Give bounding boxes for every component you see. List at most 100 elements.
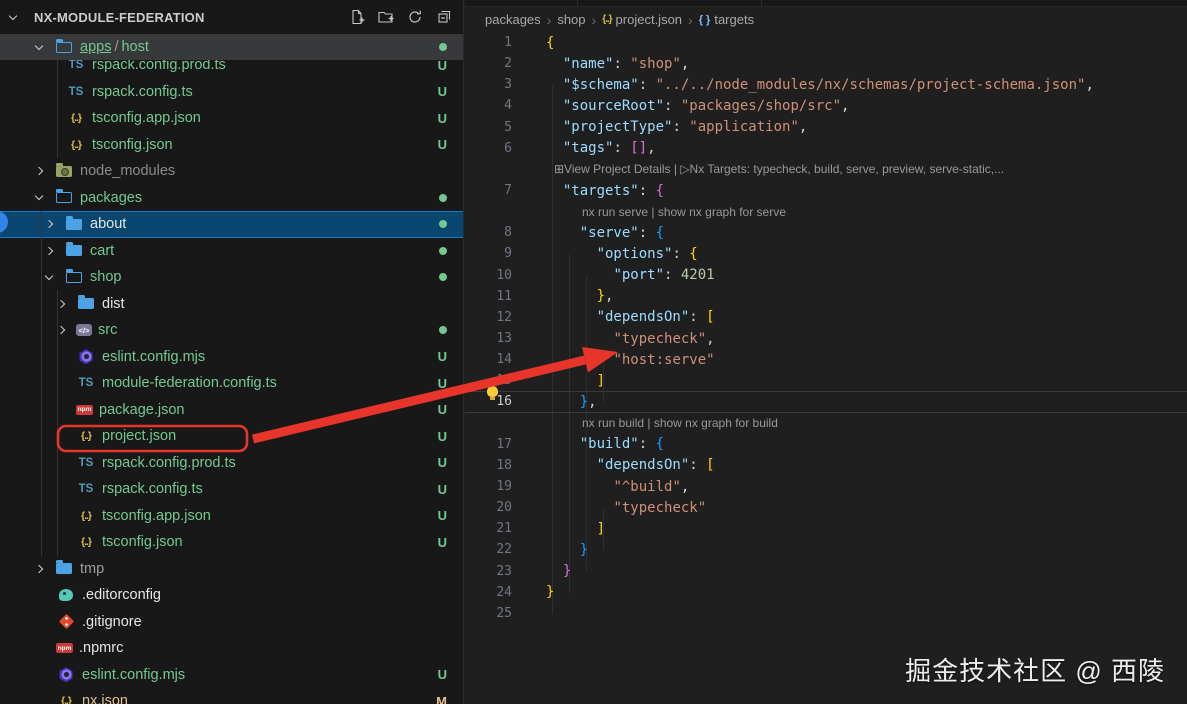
breadcrumb-item-shop[interactable]: shop bbox=[557, 12, 585, 27]
breadcrumb-item-project.json[interactable]: project.json bbox=[616, 12, 682, 27]
line-number[interactable]: 20 bbox=[465, 500, 512, 515]
ts-icon: TS bbox=[78, 456, 94, 469]
folder-icon bbox=[64, 242, 84, 257]
line-number[interactable]: 12 bbox=[465, 310, 512, 325]
tree-row-rspack.config.ts[interactable]: TS rspack.config.ts U bbox=[0, 79, 463, 106]
line-number[interactable]: 8 bbox=[465, 225, 512, 240]
code-text: "projectType": "application", bbox=[562, 119, 808, 136]
git-status-badge: U bbox=[437, 137, 447, 153]
tree-row-package.json[interactable]: npm package.json U bbox=[0, 397, 463, 424]
explorer-section-header[interactable]: NX-MODULE-FEDERATION bbox=[0, 0, 463, 34]
chevron-right-icon[interactable] bbox=[34, 167, 54, 176]
tree-row-.npmrc[interactable]: npm .npmrc bbox=[0, 635, 463, 662]
tree-row-eslint.config.mjs[interactable]: eslint.config.mjs U bbox=[0, 662, 463, 689]
tree-row-tsconfig.json[interactable]: {..} tsconfig.json U bbox=[0, 132, 463, 159]
tree-row-tsconfig.app.json[interactable]: {..} tsconfig.app.json U bbox=[0, 105, 463, 132]
tree-row-module-federation.config.ts[interactable]: TS module-federation.config.ts U bbox=[0, 370, 463, 397]
code-text: "typecheck" bbox=[613, 499, 707, 516]
chevron-down-icon[interactable] bbox=[44, 271, 64, 280]
chevron-right-icon[interactable] bbox=[44, 220, 64, 229]
git-status-badge: U bbox=[437, 481, 447, 497]
npm-icon: npm bbox=[56, 643, 73, 654]
line-number[interactable]: 21 bbox=[465, 521, 512, 536]
file-tree: apps / host TS rspack.config.prod.ts U TS rspa… bbox=[0, 34, 463, 704]
tree-row-shop[interactable]: shop bbox=[0, 264, 463, 291]
lightbulb-icon[interactable] bbox=[487, 386, 498, 401]
line-number[interactable]: 25 bbox=[465, 606, 512, 621]
new-folder-button[interactable] bbox=[377, 8, 395, 26]
json-icon: {..} bbox=[60, 695, 72, 704]
code-text: "sourceRoot": "packages/shop/src", bbox=[562, 97, 850, 114]
line-number[interactable]: 5 bbox=[465, 120, 512, 135]
code-line-15: 15 ] bbox=[465, 370, 1187, 391]
breadcrumb-item-packages[interactable]: packages bbox=[485, 12, 541, 27]
code-line-24: 24} bbox=[465, 582, 1187, 603]
tree-row-about[interactable]: about bbox=[0, 211, 463, 238]
line-number[interactable]: 10 bbox=[465, 268, 512, 283]
line-number[interactable]: 2 bbox=[465, 56, 512, 71]
tree-row-src[interactable]: </> src bbox=[0, 317, 463, 344]
git-changes-dot bbox=[439, 326, 447, 335]
line-number[interactable]: 4 bbox=[465, 98, 512, 113]
tree-row-eslint.config.mjs[interactable]: eslint.config.mjs U bbox=[0, 344, 463, 371]
line-number[interactable]: 1 bbox=[465, 35, 512, 50]
git-status-badge: U bbox=[437, 402, 447, 418]
tree-row-dist[interactable]: dist bbox=[0, 291, 463, 318]
line-number[interactable]: 22 bbox=[465, 542, 512, 557]
code-line-14: 14 "host:serve" bbox=[465, 349, 1187, 370]
chevron-right-icon[interactable] bbox=[44, 246, 64, 255]
new-file-button[interactable] bbox=[348, 8, 366, 26]
line-number[interactable]: 14 bbox=[465, 352, 512, 367]
refresh-button[interactable] bbox=[406, 8, 424, 26]
chevron-right-icon[interactable] bbox=[34, 564, 54, 573]
tree-row-.editorconfig[interactable]: .editorconfig bbox=[0, 582, 463, 609]
codelens-link[interactable]: nx run serve | show nx graph for serve bbox=[582, 205, 786, 219]
folder-open-icon bbox=[54, 189, 74, 204]
tree-row-cart[interactable]: cart bbox=[0, 238, 463, 265]
chevron-down-icon[interactable] bbox=[34, 192, 54, 201]
tree-row-project.json[interactable]: {..} project.json U bbox=[0, 423, 463, 450]
tree-row-tsconfig.app.json[interactable]: {..} tsconfig.app.json U bbox=[0, 503, 463, 530]
editorconfig-icon bbox=[56, 589, 76, 602]
code-line-11: 11 }, bbox=[465, 286, 1187, 307]
code-line-12: 12 "dependsOn": [ bbox=[465, 307, 1187, 328]
chevron-right-icon[interactable] bbox=[56, 299, 76, 308]
breadcrumb-item-targets[interactable]: targets bbox=[714, 12, 754, 27]
line-number[interactable]: 7 bbox=[465, 183, 512, 198]
collapse-all-button[interactable] bbox=[435, 8, 453, 26]
json-icon: {..} bbox=[602, 14, 612, 25]
tree-row-tmp[interactable]: tmp bbox=[0, 556, 463, 583]
line-number[interactable]: 11 bbox=[465, 289, 512, 304]
line-number[interactable]: 23 bbox=[465, 564, 512, 579]
line-number[interactable]: 13 bbox=[465, 331, 512, 346]
tree-row-tsconfig.json[interactable]: {..} tsconfig.json U bbox=[0, 529, 463, 556]
line-number[interactable]: 19 bbox=[465, 479, 512, 494]
git-status-badge: U bbox=[437, 534, 447, 550]
indent-guide bbox=[41, 211, 42, 556]
explorer-sidebar: NX-MODULE-FEDERATION apps / host TS rspa… bbox=[0, 0, 464, 704]
tree-row-nx.json[interactable]: {..} nx.json M bbox=[0, 688, 463, 704]
code-text: "dependsOn": [ bbox=[596, 309, 715, 326]
line-number[interactable]: 3 bbox=[465, 77, 512, 92]
git-status-badge: M bbox=[436, 693, 447, 704]
tree-row-packages[interactable]: packages bbox=[0, 185, 463, 212]
line-number[interactable]: 16 bbox=[465, 394, 512, 409]
sticky-folder-apps-host[interactable]: apps / host bbox=[0, 34, 463, 60]
tree-row-.gitignore[interactable]: .gitignore bbox=[0, 609, 463, 636]
object-icon: { } bbox=[698, 13, 711, 26]
tree-row-rspack.config.prod.ts[interactable]: TS rspack.config.prod.ts U bbox=[0, 450, 463, 477]
line-number[interactable]: 24 bbox=[465, 585, 512, 600]
file-label: eslint.config.mjs bbox=[82, 666, 186, 683]
codelens-link[interactable]: ⊞View Project Details | ▷Nx Targets: typ… bbox=[554, 162, 1004, 176]
file-label: rspack.config.ts bbox=[102, 481, 203, 498]
tree-row-rspack.config.ts[interactable]: TS rspack.config.ts U bbox=[0, 476, 463, 503]
codelens-link[interactable]: nx run build | show nx graph for build bbox=[582, 416, 778, 430]
line-number[interactable]: 17 bbox=[465, 437, 512, 452]
chevron-right-icon[interactable] bbox=[56, 326, 76, 335]
tree-row-node_modules[interactable]: node_modules bbox=[0, 158, 463, 185]
codelens-row: nx run serve | show nx graph for serve bbox=[465, 201, 1187, 222]
line-number[interactable]: 18 bbox=[465, 458, 512, 473]
line-number[interactable]: 6 bbox=[465, 141, 512, 156]
line-number[interactable]: 9 bbox=[465, 246, 512, 261]
tab-strip bbox=[465, 0, 1187, 7]
